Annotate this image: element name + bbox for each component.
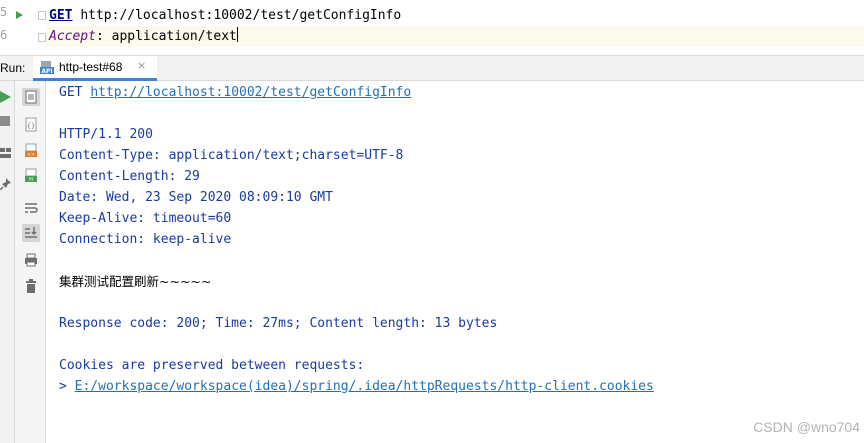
watermark: CSDN @wno704 xyxy=(753,419,860,435)
header-value: application/text xyxy=(111,29,237,44)
run-request-icon[interactable] xyxy=(16,11,23,19)
request-method: GET xyxy=(49,8,73,23)
code-line-request[interactable]: GET http://localhost:10002/test/getConfi… xyxy=(49,5,401,26)
console-request-line: GET http://localhost:10002/test/getConfi… xyxy=(59,82,411,103)
console-request-method: GET xyxy=(59,85,83,100)
cookies-prefix: > xyxy=(59,379,75,394)
fold-end-icon[interactable] xyxy=(38,33,46,42)
response-header: Keep-Alive: timeout=60 xyxy=(59,211,232,226)
response-file-icon[interactable] xyxy=(22,88,40,106)
stop-icon[interactable] xyxy=(0,116,10,126)
scroll-to-end-icon[interactable] xyxy=(22,224,40,242)
response-status-line: HTTP/1.1 200 xyxy=(59,127,153,142)
code-line-header[interactable]: Accept: application/text xyxy=(46,26,864,47)
cookies-line: > E:/workspace/workspace(idea)/spring/.i… xyxy=(59,376,654,397)
response-header: Date: Wed, 23 Sep 2020 08:09:10 GMT xyxy=(59,190,333,205)
tab-http-test[interactable]: API http-test#68 × xyxy=(33,56,157,81)
line-number: 6 xyxy=(0,28,8,42)
editor-gutter: 5 6 xyxy=(0,0,46,55)
response-summary: Response code: 200; Time: 27ms; Content … xyxy=(59,316,498,331)
json-file-icon[interactable]: {} xyxy=(22,116,40,134)
run-label: Run: xyxy=(0,61,26,75)
http-request-editor[interactable]: 5 6 GET http://localhost:10002/test/getC… xyxy=(0,0,864,55)
console-toolbar: {} <> H xyxy=(15,81,46,443)
close-icon[interactable]: × xyxy=(137,59,146,72)
response-header: Content-Type: application/text;charset=U… xyxy=(59,148,404,163)
run-toolbar xyxy=(0,81,15,443)
cookies-file-link[interactable]: E:/workspace/workspace(idea)/spring/.ide… xyxy=(75,379,654,394)
trash-icon[interactable] xyxy=(22,277,40,295)
run-tool-window-header: Run: API http-test#68 × xyxy=(0,55,864,81)
http-file-icon[interactable]: H xyxy=(22,167,40,185)
text-caret xyxy=(236,27,238,42)
cookies-note: Cookies are preserved between requests: xyxy=(59,358,365,373)
header-separator: : xyxy=(95,29,112,44)
print-icon[interactable] xyxy=(22,251,40,269)
header-key: Accept xyxy=(49,29,96,44)
tab-label: http-test#68 xyxy=(59,60,123,74)
request-url: http://localhost:10002/test/getConfigInf… xyxy=(80,8,402,23)
response-body: 集群测试配置刷新~~~~~ xyxy=(59,274,212,289)
svg-text:<>: <> xyxy=(27,152,35,158)
pin-icon[interactable] xyxy=(0,178,12,190)
response-header: Connection: keep-alive xyxy=(59,232,232,247)
rerun-icon[interactable] xyxy=(0,90,12,104)
layout-icon[interactable] xyxy=(0,147,12,159)
line-number: 5 xyxy=(0,5,8,19)
svg-text:H: H xyxy=(29,177,33,183)
console-output[interactable]: GET http://localhost:10002/test/getConfi… xyxy=(46,81,864,443)
svg-text:API: API xyxy=(41,68,52,74)
fold-start-icon[interactable] xyxy=(38,11,46,20)
response-header: Content-Length: 29 xyxy=(59,169,200,184)
html-file-icon[interactable]: <> xyxy=(22,142,40,160)
svg-text:{}: {} xyxy=(27,122,35,130)
console-request-url-link[interactable]: http://localhost:10002/test/getConfigInf… xyxy=(90,85,411,100)
api-file-icon: API xyxy=(40,61,54,74)
soft-wrap-icon[interactable] xyxy=(22,199,40,217)
